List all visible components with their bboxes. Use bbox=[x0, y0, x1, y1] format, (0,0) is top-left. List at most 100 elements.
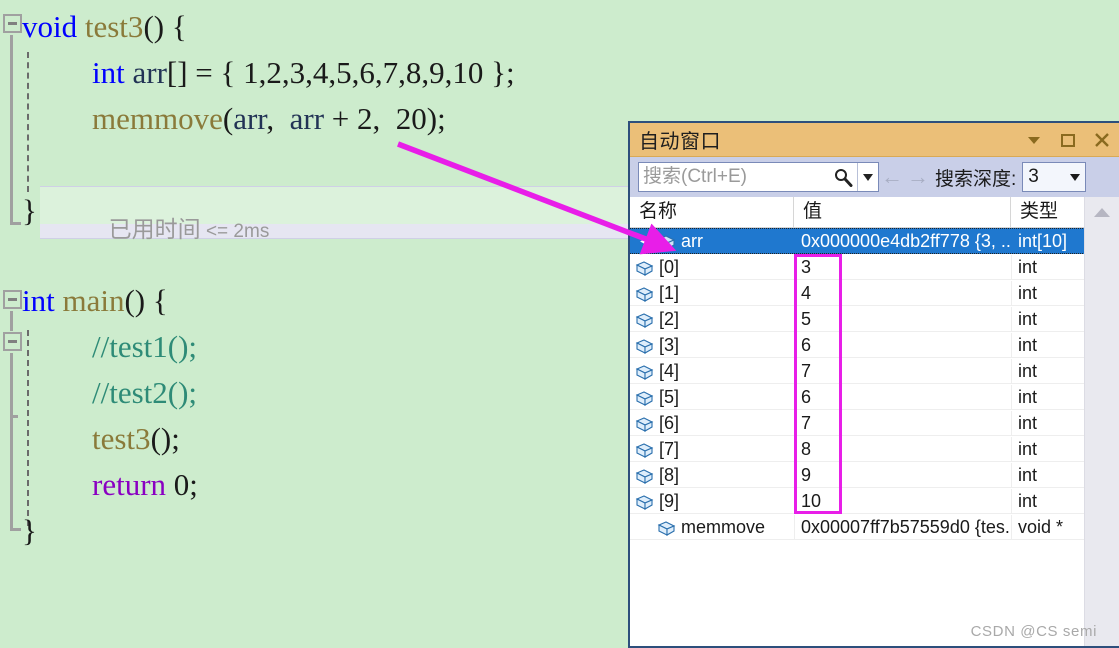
code-token: int bbox=[92, 55, 125, 90]
cell-name[interactable]: [1] bbox=[630, 281, 794, 305]
column-header-name[interactable]: 名称 bbox=[630, 197, 794, 227]
search-depth-combo[interactable]: 3 bbox=[1022, 162, 1087, 192]
close-icon[interactable] bbox=[1091, 129, 1113, 151]
cell-value[interactable]: 6 bbox=[794, 384, 1011, 409]
search-input[interactable] bbox=[639, 163, 829, 191]
watermark: CSDN @CS semi bbox=[970, 623, 1097, 640]
code-line-5[interactable]: int main() { bbox=[22, 278, 168, 324]
variable-name-label: memmove bbox=[681, 516, 766, 537]
fold-bracket-foot-main bbox=[10, 528, 21, 531]
cell-value[interactable]: 7 bbox=[794, 358, 1011, 383]
code-token: arr bbox=[233, 101, 267, 136]
cell-name[interactable]: [2] bbox=[630, 307, 794, 331]
code-line-9[interactable]: return 0; bbox=[92, 462, 198, 508]
grid-row[interactable]: [3] 6 int bbox=[630, 332, 1119, 358]
code-line-6[interactable]: //test1(); bbox=[92, 324, 197, 370]
autos-toolbar[interactable]: ← → 搜索深度: 3 bbox=[630, 157, 1119, 197]
cell-name[interactable]: memmove bbox=[630, 515, 794, 539]
indent-guide-main bbox=[27, 330, 31, 526]
grid-row[interactable]: [0] 3 int bbox=[630, 254, 1119, 280]
code-line-4[interactable]: } bbox=[22, 188, 37, 234]
scroll-up-arrow-icon[interactable] bbox=[1085, 197, 1119, 227]
variable-name-label: [4] bbox=[659, 360, 680, 381]
grid-row[interactable]: [2] 5 int bbox=[630, 306, 1119, 332]
code-token: void bbox=[22, 9, 78, 44]
cell-value[interactable]: 7 bbox=[794, 410, 1011, 435]
cell-value[interactable]: 10 bbox=[794, 488, 1011, 513]
variable-name-label: arr bbox=[681, 231, 703, 251]
autos-grid[interactable]: 名称 值 类型 arr 0x000000e4db2ff778 {3, ... int… bbox=[630, 197, 1119, 646]
grid-row[interactable]: arr 0x000000e4db2ff778 {3, ... int[10] bbox=[630, 228, 1119, 254]
code-line-1[interactable]: void test3() { bbox=[22, 4, 187, 50]
variable-cube-icon bbox=[632, 363, 654, 380]
grid-row[interactable]: [6] 7 int bbox=[630, 410, 1119, 436]
expander-collapse-icon[interactable] bbox=[632, 236, 654, 247]
cell-name[interactable]: [7] bbox=[630, 437, 794, 461]
code-token: () { bbox=[124, 283, 168, 318]
fold-bracket-main bbox=[10, 353, 13, 531]
search-prev-arrow-icon[interactable]: ← bbox=[879, 162, 905, 192]
variable-name-label: [9] bbox=[659, 490, 680, 511]
cell-name[interactable]: [4] bbox=[630, 359, 794, 383]
cell-name[interactable]: [0] bbox=[630, 255, 794, 279]
code-token: 0; bbox=[166, 467, 198, 502]
vertical-scrollbar[interactable] bbox=[1084, 197, 1119, 646]
cell-value[interactable]: 0x000000e4db2ff778 {3, ... bbox=[794, 229, 1011, 253]
cell-value[interactable]: 0x00007ff7b57559d0 {tes... bbox=[794, 514, 1011, 539]
grid-row[interactable]: [7] 8 int bbox=[630, 436, 1119, 462]
window-dropdown-icon[interactable] bbox=[1023, 129, 1045, 151]
variable-cube-icon bbox=[632, 415, 654, 432]
cell-name[interactable]: [5] bbox=[630, 385, 794, 409]
grid-row[interactable]: [8] 9 int bbox=[630, 462, 1119, 488]
elapsed-time-value: <= 2ms bbox=[200, 221, 270, 242]
code-line-2[interactable]: int arr[] = { 1,2,3,4,5,6,7,8,9,10 }; bbox=[92, 50, 515, 96]
cell-value[interactable]: 3 bbox=[794, 254, 1011, 279]
float-window-icon[interactable] bbox=[1057, 129, 1079, 151]
cell-name[interactable]: [8] bbox=[630, 463, 794, 487]
fold-toggle-main-inner[interactable] bbox=[3, 332, 22, 351]
code-token: (); bbox=[150, 421, 180, 456]
code-token: [] = { 1,2,3,4,5,6,7,8,9,10 }; bbox=[166, 55, 515, 90]
grid-row[interactable]: memmove 0x00007ff7b57559d0 {tes... void * bbox=[630, 514, 1119, 540]
cell-name[interactable]: [3] bbox=[630, 333, 794, 357]
code-token: int bbox=[22, 283, 55, 318]
fold-bracket-test3-lower bbox=[10, 195, 13, 223]
indent-guide-test3 bbox=[27, 52, 31, 192]
search-options-chevron-down-icon[interactable] bbox=[857, 163, 878, 191]
code-token: + 2, 20); bbox=[324, 101, 446, 136]
fold-toggle-test3[interactable] bbox=[3, 14, 22, 33]
cell-name[interactable]: [6] bbox=[630, 411, 794, 435]
code-line-3[interactable]: memmove(arr, arr + 2, 20); bbox=[92, 96, 446, 142]
code-line-10[interactable]: } bbox=[22, 508, 37, 554]
cell-value[interactable]: 4 bbox=[794, 280, 1011, 305]
column-header-value[interactable]: 值 bbox=[794, 197, 1011, 227]
autos-title-bar[interactable]: 自动窗口 bbox=[630, 123, 1119, 157]
variable-name-label: [8] bbox=[659, 464, 680, 485]
fold-bracket-tick bbox=[10, 415, 18, 418]
variable-cube-icon bbox=[632, 389, 654, 406]
variable-name-label: [6] bbox=[659, 412, 680, 433]
variable-name-label: [2] bbox=[659, 308, 680, 329]
grid-row[interactable]: [5] 6 int bbox=[630, 384, 1119, 410]
cell-value[interactable]: 6 bbox=[794, 332, 1011, 357]
variable-name-label: [3] bbox=[659, 334, 680, 355]
grid-row[interactable]: [1] 4 int bbox=[630, 280, 1119, 306]
grid-row[interactable]: [9] 10 int bbox=[630, 488, 1119, 514]
cell-value[interactable]: 9 bbox=[794, 462, 1011, 487]
search-icon[interactable] bbox=[829, 163, 857, 191]
code-line-7[interactable]: //test2(); bbox=[92, 370, 197, 416]
cell-name[interactable]: arr bbox=[630, 229, 794, 253]
search-box[interactable] bbox=[638, 162, 879, 192]
cell-name[interactable]: [9] bbox=[630, 489, 794, 513]
search-next-arrow-icon[interactable]: → bbox=[905, 162, 931, 192]
cell-value[interactable]: 8 bbox=[794, 436, 1011, 461]
code-line-8[interactable]: test3(); bbox=[92, 416, 180, 462]
grid-row[interactable]: [4] 7 int bbox=[630, 358, 1119, 384]
autos-tool-window[interactable]: 自动窗口 搜索(Ctrl+E) ← → 搜索深度: 3 名称 值 类型 arr … bbox=[628, 121, 1119, 648]
search-depth-label: 搜索深度: bbox=[935, 168, 1017, 190]
elapsed-time-adornment: 已用时间 <= 2ms bbox=[82, 192, 270, 262]
fold-toggle-main[interactable] bbox=[3, 290, 22, 309]
cell-value[interactable]: 5 bbox=[794, 306, 1011, 331]
search-depth-chevron-down-icon[interactable] bbox=[1065, 173, 1085, 181]
grid-body[interactable]: arr 0x000000e4db2ff778 {3, ... int[10] [0] 3… bbox=[630, 228, 1119, 540]
